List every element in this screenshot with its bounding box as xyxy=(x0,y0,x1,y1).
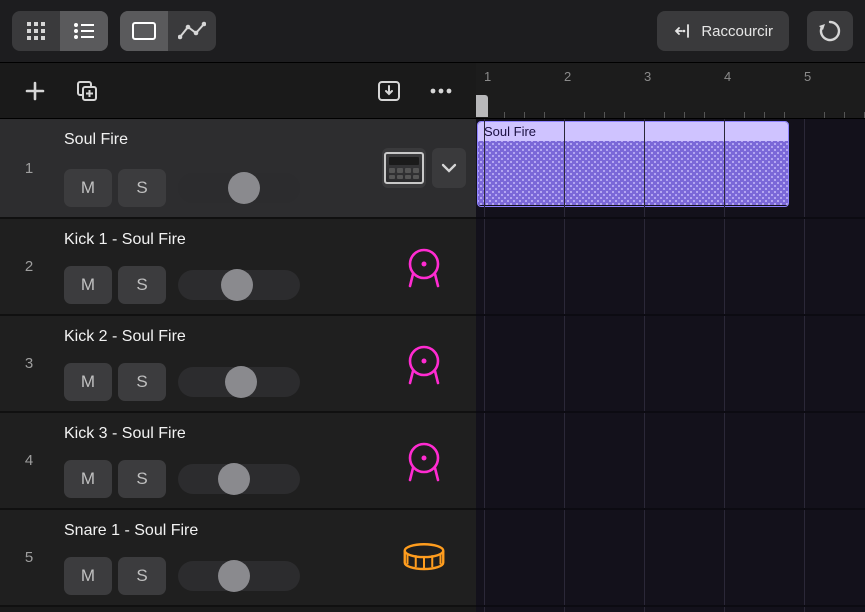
track-panel-header xyxy=(0,63,476,119)
track-row[interactable]: 3 Kick 2 - Soul Fire MS xyxy=(0,316,476,413)
pan-slider[interactable] xyxy=(178,367,300,397)
timeline-ruler[interactable]: 1 2 3 4 5 xyxy=(476,63,865,119)
chevron-down-icon xyxy=(441,163,457,173)
playhead[interactable] xyxy=(476,95,488,117)
track-row[interactable]: 1 Soul Fire MS xyxy=(0,119,476,219)
kick-icon xyxy=(402,245,446,289)
list-view-icon[interactable] xyxy=(60,11,108,51)
ruler-tick: 2 xyxy=(564,69,571,84)
track-number: 2 xyxy=(0,219,58,314)
region-view-icon[interactable] xyxy=(120,11,168,51)
region-body xyxy=(478,141,788,205)
view-mode-group xyxy=(12,11,108,51)
mute-button[interactable]: M xyxy=(64,363,112,401)
timeline-grid[interactable]: Soul Fire xyxy=(476,119,865,612)
track-name: Kick 3 - Soul Fire xyxy=(64,425,366,443)
track-name: Soul Fire xyxy=(64,131,366,149)
track-number: 1 xyxy=(0,119,58,217)
ruler-tick: 5 xyxy=(804,69,811,84)
solo-button[interactable]: S xyxy=(118,460,166,498)
mute-button[interactable]: M xyxy=(64,460,112,498)
editor-mode-group xyxy=(120,11,216,51)
snare-icon xyxy=(402,536,446,580)
import-icon xyxy=(377,80,401,102)
track-name: Kick 1 - Soul Fire xyxy=(64,231,366,249)
track-name: Kick 2 - Soul Fire xyxy=(64,328,366,346)
pan-knob[interactable] xyxy=(221,269,253,301)
track-panel: 1Soul FireMS2Kick 1 - Soul FireMS3Kick 2… xyxy=(0,63,476,612)
region-label: Soul Fire xyxy=(478,122,788,141)
drum-machine-icon[interactable] xyxy=(382,148,426,188)
track-row[interactable]: 4 Kick 3 - Soul Fire MS xyxy=(0,413,476,510)
track-list: 1Soul FireMS2Kick 1 - Soul FireMS3Kick 2… xyxy=(0,119,476,612)
duplicate-icon xyxy=(75,79,99,103)
import-button[interactable] xyxy=(372,74,406,108)
kick-icon xyxy=(402,439,446,483)
main-area: 1Soul FireMS2Kick 1 - Soul FireMS3Kick 2… xyxy=(0,63,865,612)
solo-button[interactable]: S xyxy=(118,363,166,401)
trim-icon xyxy=(673,22,691,40)
toolbar-action-label: Raccourcir xyxy=(701,23,773,40)
solo-button[interactable]: S xyxy=(118,266,166,304)
grid-view-icon[interactable] xyxy=(12,11,60,51)
solo-button[interactable]: S xyxy=(118,169,166,207)
midi-region[interactable]: Soul Fire xyxy=(477,121,789,207)
track-row[interactable]: 5 Snare 1 - Soul Fire MS xyxy=(0,510,476,607)
add-track-button[interactable] xyxy=(18,74,52,108)
kick-icon xyxy=(402,342,446,386)
pan-slider[interactable] xyxy=(178,270,300,300)
track-number: 5 xyxy=(0,510,58,605)
solo-button[interactable]: S xyxy=(118,557,166,595)
track-number: 3 xyxy=(0,316,58,411)
track-row[interactable]: 2 Kick 1 - Soul Fire MS xyxy=(0,219,476,316)
ruler-tick: 1 xyxy=(484,69,491,84)
automation-view-icon[interactable] xyxy=(168,11,216,51)
pan-knob[interactable] xyxy=(225,366,257,398)
pan-slider[interactable] xyxy=(178,561,300,591)
track-number: 4 xyxy=(0,413,58,508)
mute-button[interactable]: M xyxy=(64,266,112,304)
loop-icon xyxy=(818,19,842,43)
mute-button[interactable]: M xyxy=(64,169,112,207)
toolbar-action-button[interactable]: Raccourcir xyxy=(657,11,789,51)
ruler-tick: 3 xyxy=(644,69,651,84)
more-options-button[interactable] xyxy=(424,74,458,108)
expand-track-button[interactable] xyxy=(432,148,466,188)
plus-icon xyxy=(24,80,46,102)
pan-knob[interactable] xyxy=(218,463,250,495)
pan-knob[interactable] xyxy=(228,172,260,204)
duplicate-track-button[interactable] xyxy=(70,74,104,108)
track-name: Snare 1 - Soul Fire xyxy=(64,522,366,540)
pan-knob[interactable] xyxy=(218,560,250,592)
ruler-tick: 4 xyxy=(724,69,731,84)
timeline-area[interactable]: 1 2 3 4 5 Soul Fire xyxy=(476,63,865,612)
loop-cycle-button[interactable] xyxy=(807,11,853,51)
pan-slider[interactable] xyxy=(178,464,300,494)
top-toolbar: Raccourcir xyxy=(0,0,865,63)
mute-button[interactable]: M xyxy=(64,557,112,595)
ellipsis-icon xyxy=(429,87,453,95)
pan-slider[interactable] xyxy=(178,173,300,203)
